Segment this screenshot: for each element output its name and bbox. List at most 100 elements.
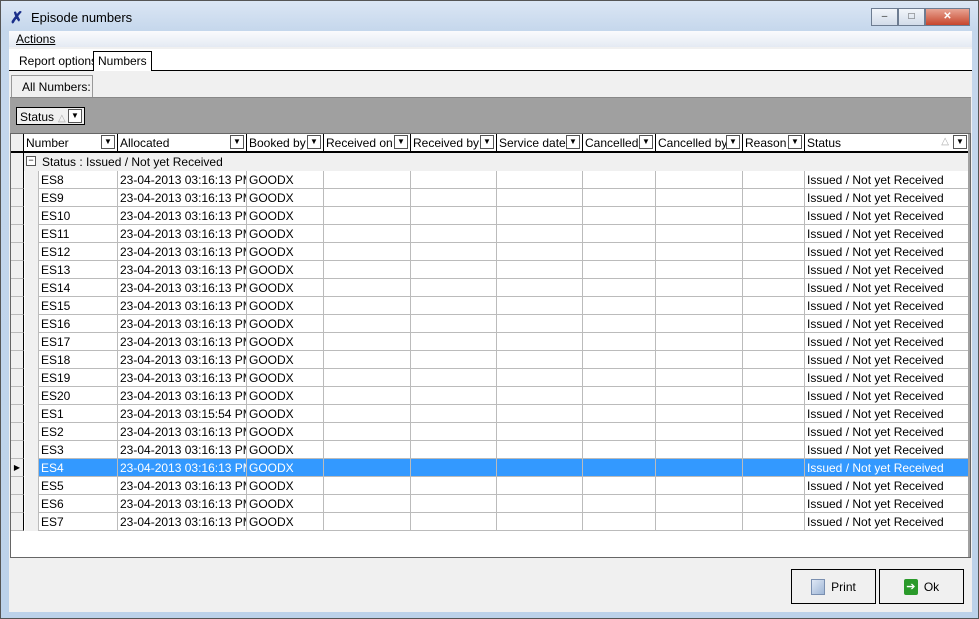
cell-service-date[interactable] xyxy=(497,297,583,315)
cell-number[interactable]: ES15 xyxy=(39,297,118,315)
cell-status[interactable]: Issued / Not yet Received xyxy=(805,405,970,423)
filter-dropdown-icon[interactable]: ▼ xyxy=(230,135,244,149)
filter-dropdown-icon[interactable]: ▼ xyxy=(726,135,740,149)
cell-cancelled[interactable] xyxy=(583,207,656,225)
cell-cancelled[interactable] xyxy=(583,423,656,441)
cell-booked-by[interactable]: GOODX xyxy=(247,261,324,279)
cell-reason[interactable] xyxy=(743,477,805,495)
cell-service-date[interactable] xyxy=(497,423,583,441)
cell-number[interactable]: ES3 xyxy=(39,441,118,459)
cell-cancelled[interactable] xyxy=(583,351,656,369)
cell-booked-by[interactable]: GOODX xyxy=(247,351,324,369)
cell-cancelled-by[interactable] xyxy=(656,333,743,351)
table-row[interactable]: ES9 23-04-2013 03:16:13 PM GOODX Issued / N… xyxy=(11,189,970,207)
cell-cancelled[interactable] xyxy=(583,441,656,459)
print-button[interactable]: Print xyxy=(791,569,876,604)
cell-booked-by[interactable]: GOODX xyxy=(247,279,324,297)
cell-cancelled-by[interactable] xyxy=(656,243,743,261)
row-indicator[interactable] xyxy=(11,261,24,279)
current-row-indicator-icon[interactable]: ▶ xyxy=(11,459,24,477)
cell-service-date[interactable] xyxy=(497,459,583,477)
row-indicator[interactable] xyxy=(11,189,24,207)
cell-number[interactable]: ES16 xyxy=(39,315,118,333)
cell-allocated[interactable]: 23-04-2013 03:16:13 PM xyxy=(118,243,247,261)
column-header-cancelled[interactable]: Cancelled ▼ xyxy=(583,134,656,152)
cell-reason[interactable] xyxy=(743,225,805,243)
cell-received-on[interactable] xyxy=(324,441,411,459)
row-indicator[interactable] xyxy=(11,225,24,243)
cell-received-by[interactable] xyxy=(411,315,497,333)
column-header-number[interactable]: Number ▼ xyxy=(24,134,118,152)
cell-allocated[interactable]: 23-04-2013 03:16:13 PM xyxy=(118,225,247,243)
cell-received-on[interactable] xyxy=(324,495,411,513)
table-row[interactable]: ES12 23-04-2013 03:16:13 PM GOODX Issued / … xyxy=(11,243,970,261)
close-button[interactable]: ✕ xyxy=(925,8,970,26)
cell-number[interactable]: ES20 xyxy=(39,387,118,405)
filter-dropdown-icon[interactable]: ▼ xyxy=(101,135,115,149)
cell-cancelled-by[interactable] xyxy=(656,315,743,333)
row-indicator[interactable] xyxy=(11,477,24,495)
cell-reason[interactable] xyxy=(743,333,805,351)
cell-reason[interactable] xyxy=(743,207,805,225)
cell-number[interactable]: ES9 xyxy=(39,189,118,207)
cell-received-on[interactable] xyxy=(324,405,411,423)
cell-status[interactable]: Issued / Not yet Received xyxy=(805,333,970,351)
cell-cancelled[interactable] xyxy=(583,189,656,207)
cell-allocated[interactable]: 23-04-2013 03:16:13 PM xyxy=(118,441,247,459)
menu-actions[interactable]: Actions xyxy=(16,32,55,46)
cell-number[interactable]: ES13 xyxy=(39,261,118,279)
cell-status[interactable]: Issued / Not yet Received xyxy=(805,513,970,531)
cell-received-by[interactable] xyxy=(411,279,497,297)
column-header-received-on[interactable]: Received on ▼ xyxy=(324,134,411,152)
cell-cancelled[interactable] xyxy=(583,513,656,531)
cell-cancelled-by[interactable] xyxy=(656,441,743,459)
cell-received-on[interactable] xyxy=(324,369,411,387)
row-indicator[interactable] xyxy=(11,297,24,315)
cell-number[interactable]: ES4 xyxy=(39,459,118,477)
cell-cancelled-by[interactable] xyxy=(656,405,743,423)
cell-received-by[interactable] xyxy=(411,261,497,279)
cell-status[interactable]: Issued / Not yet Received xyxy=(805,423,970,441)
cell-reason[interactable] xyxy=(743,459,805,477)
cell-status[interactable]: Issued / Not yet Received xyxy=(805,315,970,333)
row-indicator[interactable] xyxy=(11,351,24,369)
table-row[interactable]: ES5 23-04-2013 03:16:13 PM GOODX Issued / N… xyxy=(11,477,970,495)
cell-cancelled-by[interactable] xyxy=(656,459,743,477)
cell-number[interactable]: ES14 xyxy=(39,279,118,297)
cell-received-on[interactable] xyxy=(324,387,411,405)
cell-booked-by[interactable]: GOODX xyxy=(247,333,324,351)
filter-dropdown-icon[interactable]: ▼ xyxy=(788,135,802,149)
cell-number[interactable]: ES7 xyxy=(39,513,118,531)
cell-received-by[interactable] xyxy=(411,477,497,495)
cell-status[interactable]: Issued / Not yet Received xyxy=(805,243,970,261)
cell-cancelled[interactable] xyxy=(583,279,656,297)
ok-button[interactable]: ➔ Ok xyxy=(879,569,964,604)
dropdown-icon[interactable]: ▼ xyxy=(68,109,82,123)
cell-status[interactable]: Issued / Not yet Received xyxy=(805,279,970,297)
cell-received-by[interactable] xyxy=(411,387,497,405)
cell-booked-by[interactable]: GOODX xyxy=(247,495,324,513)
cell-received-on[interactable] xyxy=(324,477,411,495)
cell-cancelled[interactable] xyxy=(583,459,656,477)
cell-reason[interactable] xyxy=(743,261,805,279)
cell-cancelled[interactable] xyxy=(583,297,656,315)
row-indicator[interactable] xyxy=(11,423,24,441)
tab-numbers[interactable]: Numbers xyxy=(93,51,152,71)
cell-service-date[interactable] xyxy=(497,369,583,387)
cell-cancelled[interactable] xyxy=(583,387,656,405)
cell-reason[interactable] xyxy=(743,369,805,387)
table-row[interactable]: ES11 23-04-2013 03:16:13 PM GOODX Issued / … xyxy=(11,225,970,243)
cell-allocated[interactable]: 23-04-2013 03:16:13 PM xyxy=(118,477,247,495)
cell-received-on[interactable] xyxy=(324,351,411,369)
cell-booked-by[interactable]: GOODX xyxy=(247,441,324,459)
cell-status[interactable]: Issued / Not yet Received xyxy=(805,351,970,369)
cell-allocated[interactable]: 23-04-2013 03:16:13 PM xyxy=(118,423,247,441)
cell-service-date[interactable] xyxy=(497,315,583,333)
cell-number[interactable]: ES10 xyxy=(39,207,118,225)
cell-received-by[interactable] xyxy=(411,405,497,423)
table-row[interactable]: ES14 23-04-2013 03:16:13 PM GOODX Issued / … xyxy=(11,279,970,297)
row-indicator[interactable] xyxy=(11,243,24,261)
cell-allocated[interactable]: 23-04-2013 03:16:13 PM xyxy=(118,279,247,297)
filter-dropdown-icon[interactable]: ▼ xyxy=(480,135,494,149)
cell-allocated[interactable]: 23-04-2013 03:16:13 PM xyxy=(118,333,247,351)
